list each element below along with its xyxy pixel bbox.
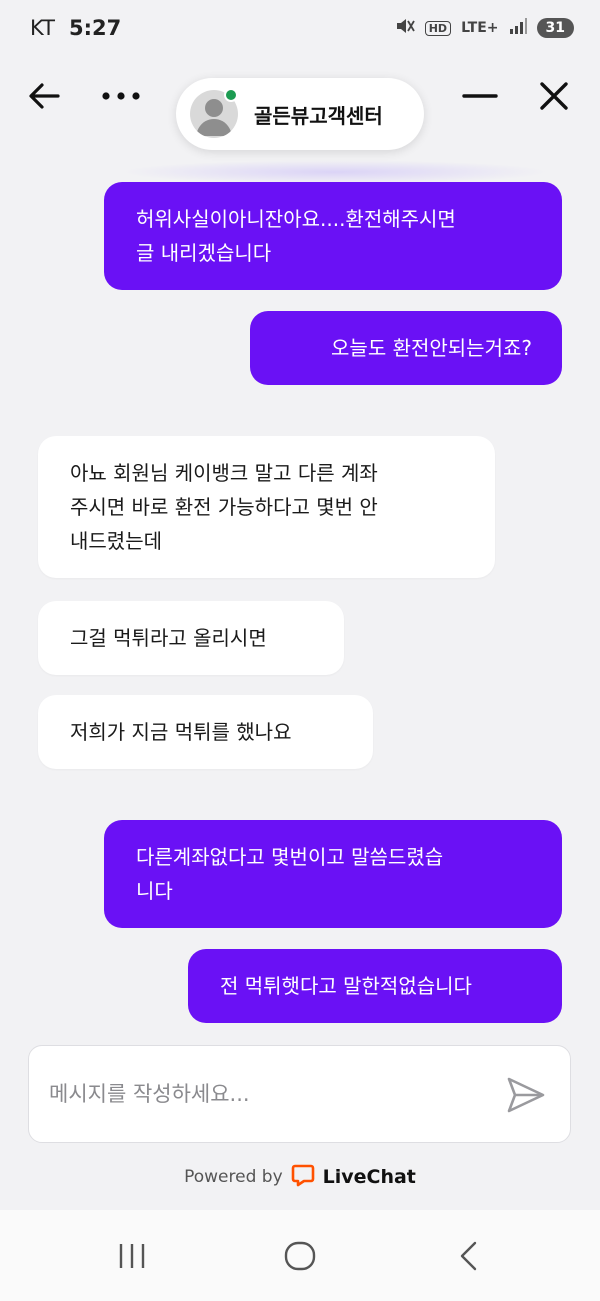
more-horizontal-icon	[102, 92, 140, 100]
message-bubble-user: 전 먹튀햇다고 말한적없습니다	[188, 949, 562, 1023]
message-bubble-agent: 아뇨 회원님 케이뱅크 말고 다른 계좌 주시면 바로 환전 가능하다고 몇번 …	[38, 436, 495, 578]
close-button[interactable]	[532, 74, 576, 118]
message-bubble-user: 허위사실이아니잔아요....환전해주시면 글 내리겠습니다	[104, 182, 562, 290]
scroll-fade	[120, 160, 550, 184]
message-input[interactable]	[49, 1082, 489, 1106]
status-bar: KT 5:27 HD LTE+ 31	[0, 0, 600, 56]
message-bubble-user: 오늘도 환전안되는거죠?	[250, 311, 562, 385]
system-nav-bar	[0, 1210, 600, 1301]
message-list[interactable]: 허위사실이아니잔아요....환전해주시면 글 내리겠습니다 오늘도 환전안되는거…	[0, 160, 600, 1040]
online-status-dot	[224, 88, 238, 102]
close-icon	[540, 82, 568, 110]
message-composer	[28, 1045, 571, 1143]
recent-apps-icon	[119, 1244, 145, 1268]
message-bubble-agent: 저희가 지금 먹튀를 했나요	[38, 695, 373, 769]
agent-info[interactable]: 골든뷰고객센터	[176, 78, 424, 150]
more-options-button[interactable]	[96, 74, 146, 118]
livechat-logo-icon	[291, 1163, 315, 1192]
powered-by-label: Powered by	[184, 1167, 283, 1187]
home-icon	[284, 1241, 316, 1271]
message-bubble-user: 다른계좌없다고 몇번이고 말씀드렸습 니다	[104, 820, 562, 928]
livechat-brand: LiveChat	[322, 1166, 416, 1188]
back-button[interactable]	[22, 74, 66, 118]
battery-indicator: 31	[536, 18, 574, 38]
hd-voice-badge: HD	[424, 20, 452, 36]
network-type: LTE+	[461, 20, 499, 36]
agent-name: 골든뷰고객센터	[254, 103, 383, 128]
message-bubble-agent: 그걸 먹튀라고 올리시면	[38, 601, 344, 675]
send-button[interactable]	[506, 1076, 546, 1114]
minimize-icon	[462, 94, 498, 98]
clock: 5:27	[68, 16, 122, 40]
carrier-label: KT	[30, 16, 55, 40]
signal-icon	[509, 18, 527, 38]
powered-by-footer[interactable]: Powered by LiveChat	[0, 1160, 600, 1194]
recent-apps-button[interactable]	[108, 1234, 156, 1278]
arrow-left-icon	[29, 83, 60, 109]
home-button[interactable]	[276, 1234, 324, 1278]
mute-icon	[395, 17, 415, 39]
send-icon	[507, 1077, 545, 1113]
back-nav-button[interactable]	[444, 1234, 492, 1278]
minimize-button[interactable]	[458, 74, 502, 118]
chat-header: 골든뷰고객센터	[0, 56, 600, 160]
chevron-left-icon	[460, 1241, 477, 1271]
